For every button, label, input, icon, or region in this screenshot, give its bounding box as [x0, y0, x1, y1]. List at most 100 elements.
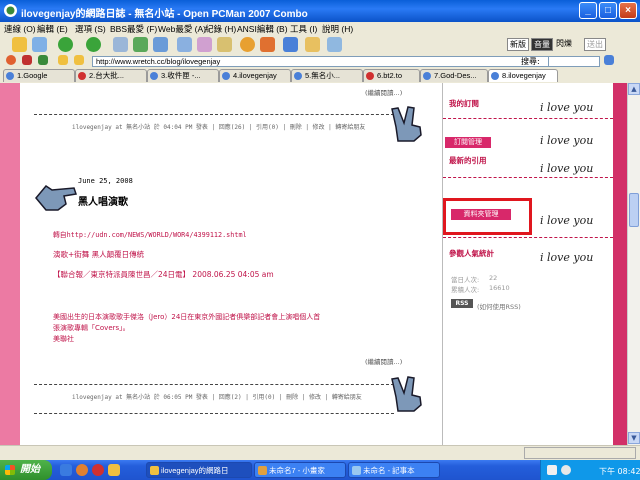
- edit-icon[interactable]: [305, 37, 320, 52]
- globe-icon: [294, 72, 302, 80]
- love-you-decoration: i love you: [540, 101, 594, 114]
- tab-inbox[interactable]: 3.收件匣 -...: [147, 69, 219, 82]
- menu-connect[interactable]: 連線 (O): [4, 23, 36, 35]
- stop-icon[interactable]: [22, 55, 32, 65]
- menu-ansi-edit[interactable]: ANSI編輯 (B): [237, 23, 288, 35]
- quicklaunch-icon[interactable]: [92, 464, 104, 476]
- send-button[interactable]: 送出: [584, 38, 606, 51]
- post-title[interactable]: 黑人唱演歌: [78, 193, 128, 208]
- globe-icon: [222, 72, 230, 80]
- scroll-down-arrow[interactable]: ▼: [628, 432, 640, 444]
- menu-web-favorites[interactable]: Web最愛 (A): [158, 23, 206, 35]
- scroll-thumb[interactable]: [629, 193, 639, 227]
- ie-icon[interactable]: [60, 464, 72, 476]
- folder-manage-button[interactable]: 資料夾管理: [451, 209, 511, 220]
- menu-history[interactable]: 紀錄 (H): [205, 23, 236, 35]
- new-page-icon[interactable]: [32, 37, 47, 52]
- menu-options[interactable]: 選項 (S): [75, 23, 106, 35]
- window-title-bar[interactable]: ilovegenjay的網路日誌 - 無名小站 - Open PCMan 200…: [0, 0, 640, 22]
- rss-help-link[interactable]: (如何使用RSS): [477, 301, 521, 311]
- read-more-link-2[interactable]: (繼續閱讀...): [365, 356, 402, 366]
- url-input[interactable]: http://www.wretch.cc/blog/ilovegenjay: [92, 56, 562, 67]
- divider-line: [34, 384, 394, 385]
- blink-toggle[interactable]: 閃爍: [556, 38, 582, 51]
- maximize-button[interactable]: □: [599, 2, 617, 19]
- task-label: 未命名7 - 小畫家: [269, 466, 325, 475]
- window-icon[interactable]: [283, 37, 298, 52]
- close-button[interactable]: ×: [619, 2, 637, 19]
- tab-label: 1.Google: [17, 71, 48, 80]
- tab-ilovegenjay[interactable]: 4.ilovegenjay: [219, 69, 291, 82]
- tab-ilovegenjay-active[interactable]: 8.ilovegenjay: [488, 69, 558, 82]
- read-more-link[interactable]: (繼續閱讀...): [365, 87, 402, 97]
- home-small-icon[interactable]: [6, 55, 16, 65]
- subscribe-manage-button[interactable]: 訂閱管理: [445, 137, 491, 148]
- reload-icon[interactable]: [38, 55, 48, 65]
- start-button[interactable]: 開始: [0, 460, 52, 480]
- post-subheading: 演歌+街舞 黑人顛覆日傳統: [53, 250, 145, 259]
- peace-hand-icon: [391, 106, 422, 142]
- pointing-hand-icon: [35, 185, 77, 211]
- rss-badge[interactable]: RSS: [451, 299, 473, 308]
- firefox-icon[interactable]: [76, 464, 88, 476]
- menu-edit[interactable]: 編輯 (E): [37, 23, 68, 35]
- taskbar: 開始 ilovegenjay的網路日 未命名7 - 小畫家 未命名 - 記事本 …: [0, 460, 640, 480]
- menu-bar: 連線 (O) 編輯 (E) 選項 (S) BBS最愛 (F) Web最愛 (A)…: [0, 22, 640, 35]
- peace-hand-icon: [391, 376, 422, 412]
- tab-wretch[interactable]: 5.無名小...: [291, 69, 363, 82]
- new-version-button[interactable]: 新版: [507, 38, 529, 51]
- home-icon[interactable]: [113, 37, 128, 52]
- favorites-icon[interactable]: [153, 37, 168, 52]
- refresh-icon[interactable]: [133, 37, 148, 52]
- bbs-icon: [366, 72, 374, 80]
- bookmark-icon[interactable]: [58, 55, 68, 65]
- sidebar-divider: [443, 177, 613, 178]
- color-icon[interactable]: [240, 37, 255, 52]
- tray-icon[interactable]: [547, 465, 557, 475]
- notepad-icon: [352, 466, 361, 475]
- book-icon[interactable]: [217, 37, 232, 52]
- back-icon[interactable]: [58, 37, 73, 52]
- post-body-line2: 張演歌專輯「Covers」。: [53, 324, 130, 332]
- volume-button[interactable]: 音量: [531, 38, 553, 51]
- connect-icon[interactable]: [12, 37, 27, 52]
- love-you-decoration: i love you: [540, 214, 594, 227]
- search-input[interactable]: [548, 56, 600, 67]
- tab-google[interactable]: 1.Google: [3, 69, 75, 82]
- paint-icon: [258, 466, 267, 475]
- task-notepad[interactable]: 未命名 - 記事本: [348, 462, 440, 478]
- web-page: (繼續閱讀...) ilovegenjay at 無名小站 於 04:04 PM…: [0, 83, 627, 445]
- search-go-icon[interactable]: [604, 55, 614, 65]
- folder-icon[interactable]: [108, 464, 120, 476]
- copy-icon[interactable]: [177, 37, 192, 52]
- love-you-decoration: i love you: [540, 162, 594, 175]
- subscribe-title: 我的訂閱: [449, 99, 479, 108]
- go-icon[interactable]: [74, 55, 84, 65]
- vertical-scrollbar[interactable]: ▲ ▼: [627, 83, 640, 445]
- tab-label: 4.ilovegenjay: [233, 71, 277, 80]
- menu-help[interactable]: 說明 (H): [322, 23, 353, 35]
- menu-tools[interactable]: 工具 (I): [290, 23, 317, 35]
- post-byline: 【聯合報／東京特派員陳世昌／24日電】 2008.06.25 04:05 am: [53, 270, 274, 279]
- tab-label: 2.台大批...: [89, 71, 125, 80]
- today-visitors-value: 22: [489, 274, 498, 282]
- task-paint[interactable]: 未命名7 - 小畫家: [254, 462, 346, 478]
- tab-ptt[interactable]: 2.台大批...: [75, 69, 147, 82]
- browser-task-icon: [150, 466, 159, 475]
- menu-bbs-favorites[interactable]: BBS最愛 (F): [110, 23, 157, 35]
- love-you-decoration: i love you: [540, 134, 594, 147]
- tab-god-des[interactable]: 7.God-Des...: [420, 69, 488, 82]
- task-browser[interactable]: ilovegenjay的網路日: [146, 462, 252, 478]
- today-visitors-label: 當日人次:: [451, 276, 480, 284]
- divider-line: [34, 413, 394, 414]
- forward-icon[interactable]: [86, 37, 101, 52]
- source-link[interactable]: 轉自http://udn.com/NEWS/WORLD/WOR4/4399112…: [53, 229, 247, 239]
- volume-icon[interactable]: [561, 465, 571, 475]
- tool-icon[interactable]: [260, 37, 275, 52]
- paste-icon[interactable]: [197, 37, 212, 52]
- minimize-button[interactable]: _: [579, 2, 597, 19]
- scroll-up-arrow[interactable]: ▲: [628, 83, 640, 95]
- sidebar-divider: [443, 118, 613, 119]
- tab-bt2[interactable]: 6.bt2.to: [363, 69, 420, 82]
- settings-icon[interactable]: [327, 37, 342, 52]
